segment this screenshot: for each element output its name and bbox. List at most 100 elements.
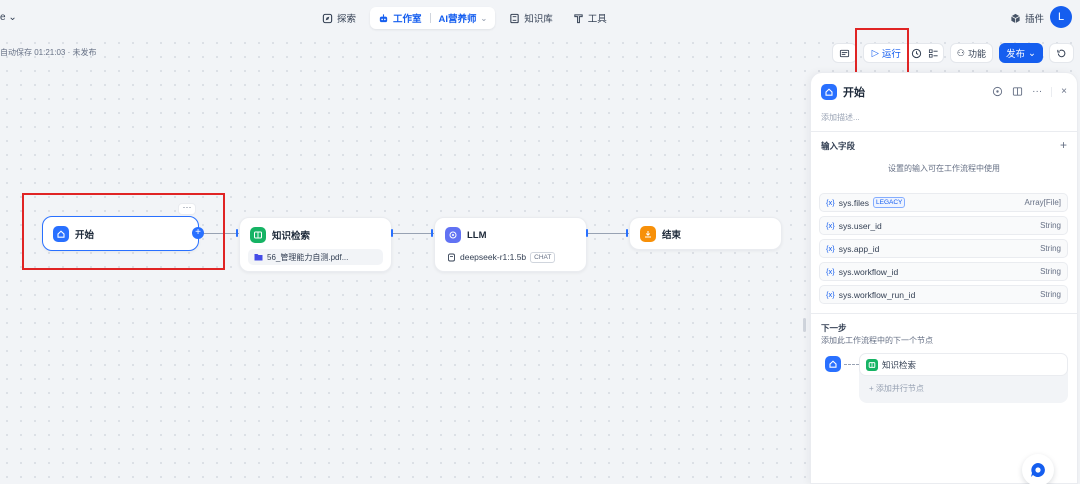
node-end[interactable]: 结束 xyxy=(629,217,782,250)
nav-divider xyxy=(429,13,431,23)
env-variables-button[interactable] xyxy=(831,43,857,63)
run-step-icon[interactable] xyxy=(992,86,1003,97)
var-name: sys.files xyxy=(838,197,869,208)
node-input-handle[interactable] xyxy=(236,229,238,237)
node-input-handle[interactable] xyxy=(626,229,628,237)
robot-icon xyxy=(379,13,388,22)
next-step-title: 下一步 xyxy=(821,323,847,333)
plugin-link[interactable]: 插件 xyxy=(1010,11,1044,25)
description-input[interactable]: 添加描述... xyxy=(821,112,860,123)
panel-title[interactable]: 开始 xyxy=(843,84,865,100)
nav-knowledge-label: 知识库 xyxy=(524,14,553,25)
nav-studio-label: 工作室 xyxy=(393,14,422,25)
var-row-sys-app-id: {x} sys.app_id String xyxy=(819,239,1068,258)
variable-icon: {x} xyxy=(826,244,835,253)
help-book-icon[interactable] xyxy=(1012,86,1023,97)
dataset-name: 56_管理能力自测.pdf... xyxy=(267,252,349,262)
nav-explore-label: 探索 xyxy=(337,14,357,25)
variable-icon: {x} xyxy=(826,221,835,230)
node-end-header: 结束 xyxy=(630,218,781,242)
node-knowledge-retrieval[interactable]: 知识检索 56_管理能力自测.pdf... xyxy=(239,217,392,272)
explore-icon xyxy=(322,13,333,23)
nav-studio[interactable]: 工作室 AI营养师 ⌄ xyxy=(370,7,496,29)
chat-bubble-icon xyxy=(1031,463,1045,477)
add-input-plus-icon[interactable]: + xyxy=(1060,138,1067,152)
variable-icon: {x} xyxy=(826,198,835,207)
book-open-icon xyxy=(866,358,878,371)
var-type: Array[File] xyxy=(1024,198,1061,207)
version-history-button[interactable] xyxy=(1049,43,1074,63)
nav-tools[interactable]: 工具 xyxy=(567,7,613,29)
book-icon xyxy=(510,13,519,23)
next-node-knowledge[interactable]: 知识检索 xyxy=(859,353,1068,376)
model-selector: deepseek-r1:1.5b CHAT xyxy=(443,249,578,265)
next-step-desc: 添加此工作流程中的下一个节点 xyxy=(821,336,933,345)
edge-llm-end xyxy=(587,233,630,234)
highlight-start-node xyxy=(22,193,225,270)
env-icon xyxy=(839,49,849,57)
folder-icon xyxy=(254,254,263,261)
var-row-sys-workflow-run-id: {x} sys.workflow_run_id String xyxy=(819,285,1068,304)
var-type: String xyxy=(1040,290,1061,299)
plugin-label: 插件 xyxy=(1024,14,1044,25)
panel-header: 开始 xyxy=(821,84,865,100)
var-name: sys.user_id xyxy=(838,220,882,231)
autosave-status: 自动保存 01:21:03 · 未发布 xyxy=(0,48,97,57)
model-icon xyxy=(448,253,455,261)
home-icon xyxy=(825,356,841,372)
node-output-handle[interactable] xyxy=(391,229,393,237)
var-type: String xyxy=(1040,221,1061,230)
nav-app-name[interactable]: AI营养师 xyxy=(439,11,477,25)
node-end-title: 结束 xyxy=(662,230,682,241)
publish-label: 发布 xyxy=(1006,49,1026,60)
avatar[interactable]: L xyxy=(1050,6,1072,28)
close-icon[interactable]: × xyxy=(1061,86,1067,97)
model-name: deepseek-r1:1.5b xyxy=(460,252,527,262)
connector-line xyxy=(844,364,859,365)
section-divider xyxy=(811,313,1077,314)
main-nav: 探索 工作室 AI营养师 ⌄ 知识库 工具 xyxy=(316,7,613,29)
var-type: String xyxy=(1040,267,1061,276)
more-icon[interactable]: ··· xyxy=(1032,86,1042,97)
llm-icon xyxy=(445,227,461,243)
input-fields-title: 输入字段 xyxy=(821,141,856,151)
features-button[interactable]: ⚇ 功能 xyxy=(949,43,994,63)
var-name: sys.workflow_id xyxy=(838,266,899,277)
edge-knowledge-llm xyxy=(392,233,435,234)
node-llm-header: LLM xyxy=(435,218,586,243)
nav-explore[interactable]: 探索 xyxy=(316,7,362,29)
book-open-icon xyxy=(250,227,266,243)
chevron-down-icon: ⌄ xyxy=(5,12,17,23)
app-switcher[interactable]: e ⌄ xyxy=(0,12,17,23)
next-node-label: 知识检索 xyxy=(882,359,917,370)
history-clock-icon[interactable] xyxy=(911,48,922,59)
cube-icon xyxy=(1011,13,1020,23)
node-config-panel: 开始 ··· × 添加描述... 输入字段 + 设置的输入可在工作流程中使用 {… xyxy=(810,72,1078,484)
restore-icon xyxy=(1057,49,1066,57)
divider xyxy=(1051,86,1053,97)
node-output-handle[interactable] xyxy=(586,229,588,237)
node-knowledge-title: 知识检索 xyxy=(272,231,311,242)
var-row-sys-user-id: {x} sys.user_id String xyxy=(819,216,1068,235)
add-parallel-node-button[interactable]: + 添加并行节点 xyxy=(869,383,924,394)
exit-icon xyxy=(640,226,656,242)
chat-support-button[interactable] xyxy=(1022,454,1054,484)
panel-actions: ··· × xyxy=(992,86,1067,97)
chevron-down-icon: ⌄ xyxy=(480,13,488,23)
nav-knowledge[interactable]: 知识库 xyxy=(503,7,559,29)
publish-button[interactable]: 发布 ⌄ xyxy=(999,43,1043,63)
features-icon: ⚇ xyxy=(956,47,965,58)
var-name: sys.app_id xyxy=(838,243,880,254)
model-mode-tag: CHAT xyxy=(530,251,556,263)
node-llm[interactable]: LLM deepseek-r1:1.5b CHAT xyxy=(434,217,587,272)
nav-tools-label: 工具 xyxy=(587,14,607,25)
top-bar: e ⌄ 探索 工作室 AI营养师 ⌄ 知识库 工具 插件 L xyxy=(0,0,1080,36)
var-row-sys-workflow-id: {x} sys.workflow_id String xyxy=(819,262,1068,281)
node-input-handle[interactable] xyxy=(431,229,433,237)
features-label: 功能 xyxy=(968,48,987,59)
panel-resize-handle[interactable] xyxy=(803,318,806,332)
checklist-icon[interactable] xyxy=(928,48,939,59)
var-name: sys.workflow_run_id xyxy=(838,289,916,300)
section-divider xyxy=(811,131,1077,132)
legacy-badge: LEGACY xyxy=(873,197,906,208)
